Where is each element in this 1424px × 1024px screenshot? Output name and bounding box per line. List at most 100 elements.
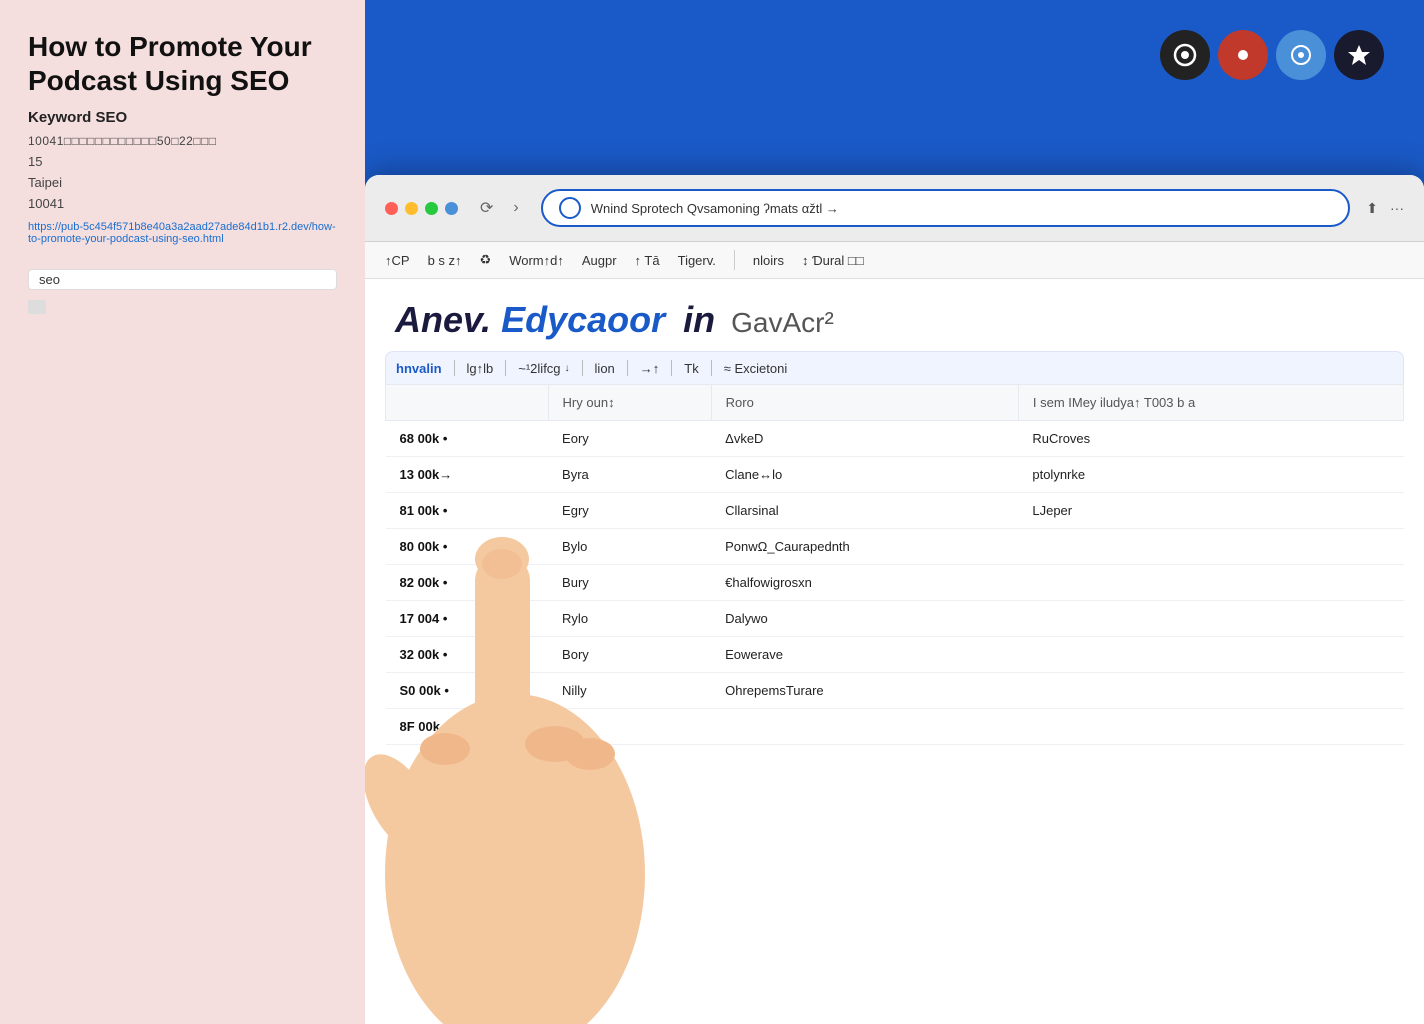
- toolbar-item-ta[interactable]: ↑ Tā: [635, 253, 660, 268]
- table-row: 82 00k • Bury €halfowigrosxn: [386, 565, 1404, 601]
- table-header-row: Hry oun↕ Roro I sem IMey iludya↑ T003 b …: [386, 385, 1404, 421]
- red-dot-icon: [1238, 50, 1248, 60]
- cell-vol-1: 13 00k→: [386, 457, 549, 493]
- toolbar-label-ta: ↑ Tā: [635, 253, 660, 268]
- title-part2: Edycaoor: [501, 299, 665, 340]
- data-table: Hry oun↕ Roro I sem IMey iludya↑ T003 b …: [385, 384, 1404, 745]
- toolbar-item-dural[interactable]: ↕ Ɗural □□: [802, 253, 864, 268]
- browser-window: ⟳ › Wnind Sprotech Qvsamoning ʔmats αžtl…: [365, 175, 1424, 1024]
- cell-vol-2: 81 00k •: [386, 493, 549, 529]
- table-row: 68 00k • Eory ΔvkeD RuCroves: [386, 421, 1404, 457]
- tag-icon: [28, 300, 46, 314]
- tl-blue[interactable]: [445, 202, 458, 215]
- browser-chrome: ⟳ › Wnind Sprotech Qvsamoning ʔmats αžtl…: [365, 175, 1424, 242]
- keyword-label: Keyword SEO: [28, 109, 337, 126]
- tt-sep-1: [505, 360, 506, 376]
- cell-vol-5: 17 004 •: [386, 601, 549, 637]
- back-button[interactable]: ⟳: [474, 196, 499, 220]
- tt-sep-3: [627, 360, 628, 376]
- share-icon[interactable]: ⬆: [1366, 200, 1378, 217]
- tt-item-2[interactable]: ~¹2lifcg ↓: [518, 361, 569, 376]
- menu-icon[interactable]: ···: [1390, 200, 1404, 216]
- keyword-city: Taipei: [28, 175, 337, 190]
- cell-col3-5: [1018, 601, 1403, 637]
- th-vol: [386, 385, 549, 421]
- tt-sep-4: [671, 360, 672, 376]
- cell-vol-4: 82 00k •: [386, 565, 549, 601]
- cell-col3-0: RuCroves: [1018, 421, 1403, 457]
- toolbar-label-dural: ↕ Ɗural □□: [802, 253, 864, 268]
- content-title: Anev. Edycaoor in: [395, 299, 715, 341]
- tt-item-4[interactable]: →↑: [640, 361, 660, 376]
- table-row: 13 00k→ Byra Clane↔lo ptolynrke: [386, 457, 1404, 493]
- right-area: ⟳ › Wnind Sprotech Qvsamoning ʔmats αžtl…: [365, 0, 1424, 1024]
- cell-col1-1: Byra: [548, 457, 711, 493]
- cell-vol-7: S0 00k •: [386, 673, 549, 709]
- cell-col2-5: Dalywo: [711, 601, 1018, 637]
- keyword-url[interactable]: https://pub-5c454f571b8e40a3a2aad27ade84…: [28, 221, 337, 245]
- address-bar[interactable]: Wnind Sprotech Qvsamoning ʔmats αžtl →: [541, 189, 1351, 227]
- tl-green[interactable]: [425, 202, 438, 215]
- toolbar-label-nloirs: nloirs: [753, 253, 784, 268]
- cell-col2-6: Eowerave: [711, 637, 1018, 673]
- toolbar-label-to: Tigerv.: [678, 253, 716, 268]
- toolbar-separator: [734, 250, 735, 270]
- tt-sep-5: [711, 360, 712, 376]
- cell-col2-7: OhrepemsTurare: [711, 673, 1018, 709]
- th-hry: Hry oun↕: [548, 385, 711, 421]
- tl-yellow[interactable]: [405, 202, 418, 215]
- table-row: 80 00k • Bylo PonwΩ_Caurapednth: [386, 529, 1404, 565]
- browser-content: Anev. Edycaoor in GavAcr² hnvalin lg↑lb …: [365, 279, 1424, 1024]
- left-panel: How to Promote Your Podcast Using SEO Ke…: [0, 0, 365, 1024]
- cell-col3-4: [1018, 565, 1403, 601]
- tt-item-6[interactable]: ≈ Excietoni: [724, 361, 788, 376]
- traffic-lights: [385, 202, 458, 215]
- cell-col3-8: [1018, 709, 1403, 745]
- table-row: 17 004 • Rylo Dalywo: [386, 601, 1404, 637]
- nav-buttons: ⟳ ›: [474, 196, 525, 220]
- content-subtitle: GavAcr²: [731, 307, 834, 339]
- address-circle-icon: [559, 197, 581, 219]
- page-title: How to Promote Your Podcast Using SEO: [28, 30, 337, 97]
- top-icons: [1160, 30, 1384, 80]
- cell-col2-3: PonwΩ_Caurapednth: [711, 529, 1018, 565]
- icon-red-circle: [1218, 30, 1268, 80]
- browser-nav-icons: ⬆ ···: [1366, 200, 1404, 217]
- tag-seo[interactable]: seo: [28, 269, 337, 290]
- cell-col3-7: [1018, 673, 1403, 709]
- table-row: 8F 00k •: [386, 709, 1404, 745]
- toolbar-item-augpr[interactable]: Augpr: [582, 253, 617, 268]
- tt-sep-2: [582, 360, 583, 376]
- tl-red[interactable]: [385, 202, 398, 215]
- toolbar-icon-2: ♻: [480, 252, 492, 268]
- browser-toolbar: ↑CP b s z↑ ♻ Worm↑d↑ Augpr ↑ Tā: [365, 242, 1424, 279]
- toolbar-item-2[interactable]: ♻: [480, 252, 492, 268]
- cell-vol-3: 80 00k •: [386, 529, 549, 565]
- toolbar-icon-0: ↑CP: [385, 253, 410, 268]
- cell-col3-2: LJeper: [1018, 493, 1403, 529]
- title-part3: in: [683, 299, 715, 340]
- cell-col3-3: [1018, 529, 1403, 565]
- title-part1: Anev.: [395, 299, 491, 340]
- toolbar-item-nloirs[interactable]: nloirs: [753, 253, 784, 268]
- right-area-inner: ⟳ › Wnind Sprotech Qvsamoning ʔmats αžtl…: [365, 0, 1424, 1024]
- cell-vol-8: 8F 00k •: [386, 709, 549, 745]
- table-row: S0 00k • Nilly OhrepemsTurare: [386, 673, 1404, 709]
- keyword-id: 10041□□□□□□□□□□□□50□22□□□: [28, 134, 337, 148]
- toolbar-item-1[interactable]: b s z↑: [428, 253, 462, 268]
- icon-dark2-circle: [1334, 30, 1384, 80]
- tt-item-0[interactable]: hnvalin: [396, 361, 442, 376]
- toolbar-item-worn-ji[interactable]: Worm↑d↑: [509, 253, 564, 268]
- cell-col2-8: [711, 709, 1018, 745]
- tt-sep-0: [454, 360, 455, 376]
- table-container: hnvalin lg↑lb ~¹2lifcg ↓ lion →↑ Tk ≈ Ex…: [365, 351, 1424, 745]
- tt-item-5[interactable]: Tk: [684, 361, 698, 376]
- cell-col2-1: Clane↔lo: [711, 457, 1018, 493]
- cell-col1-6: Bory: [548, 637, 711, 673]
- toolbar-item-to[interactable]: Tigerv.: [678, 253, 716, 268]
- tt-item-1[interactable]: lg↑lb: [467, 361, 494, 376]
- table-row: 81 00k • Egry Cllarsinal LJeper: [386, 493, 1404, 529]
- tt-item-3[interactable]: lion: [595, 361, 615, 376]
- forward-button[interactable]: ›: [507, 197, 524, 219]
- toolbar-item-0[interactable]: ↑CP: [385, 253, 410, 268]
